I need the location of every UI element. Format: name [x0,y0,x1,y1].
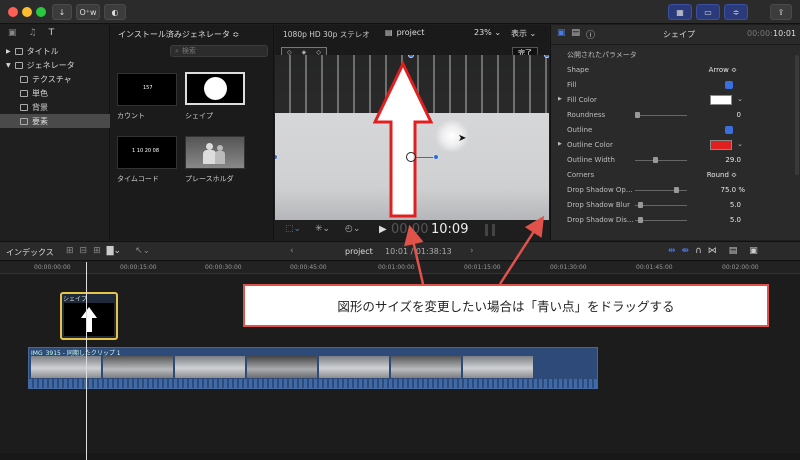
annotation-arrow [404,224,425,285]
annotation-arrows [404,215,545,285]
annotation-arrow [498,215,545,285]
callout-text: 図形のサイズを変更したい場合は「青い点」をドラッグする [337,299,675,314]
instruction-callout: 図形のサイズを変更したい場合は「青い点」をドラッグする [243,284,769,327]
